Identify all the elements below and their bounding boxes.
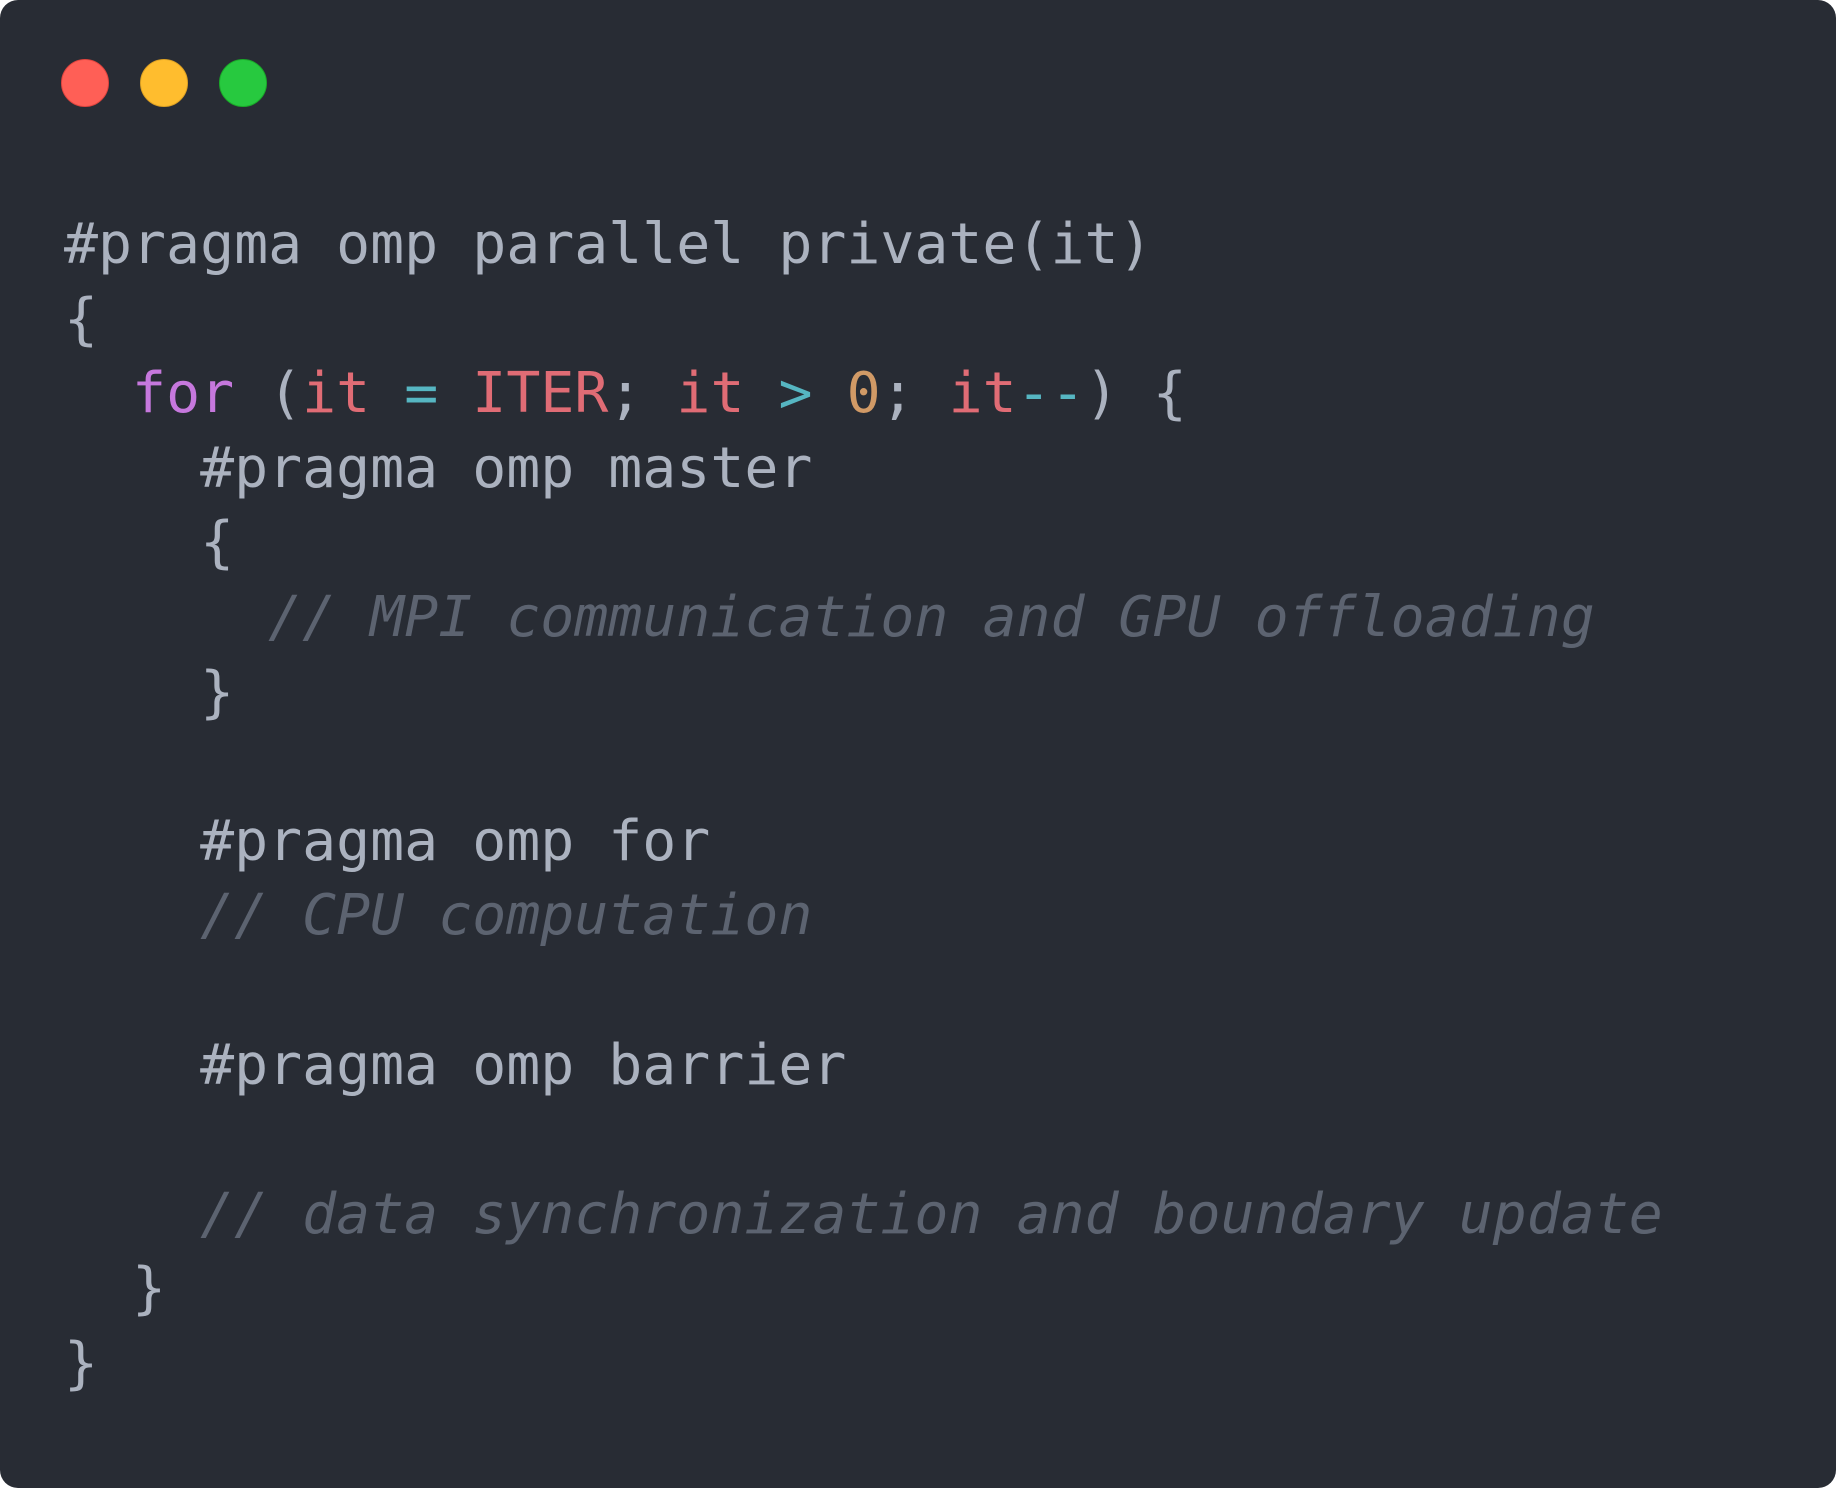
code-token: 0	[846, 361, 881, 427]
code-line: }	[64, 656, 1663, 731]
code-token: ITER	[472, 361, 609, 427]
code-token: --	[1016, 361, 1085, 427]
minimize-button[interactable]	[140, 59, 188, 107]
code-token: {	[64, 286, 99, 352]
code-token: >	[778, 361, 813, 427]
code-token: it	[948, 361, 1017, 427]
code-token: ) {	[1084, 361, 1187, 427]
code-line: #pragma omp master	[64, 432, 1663, 507]
code-line: #pragma omp for	[64, 805, 1663, 880]
close-button[interactable]	[61, 59, 109, 107]
code-token: #pragma omp barrier	[200, 1032, 847, 1098]
maximize-button[interactable]	[219, 59, 267, 107]
code-token: }	[64, 1330, 99, 1396]
code-token: }	[200, 659, 235, 725]
window-controls	[61, 59, 267, 107]
code-line: #pragma omp barrier	[64, 1029, 1663, 1104]
code-token: (	[234, 361, 303, 427]
code-token: ;	[608, 361, 677, 427]
code-token: ;	[880, 361, 949, 427]
code-token: it	[676, 361, 745, 427]
code-token: for	[132, 361, 235, 427]
code-line: {	[64, 283, 1663, 358]
code-token: #pragma omp master	[200, 435, 813, 501]
code-line: for (it = ITER; it > 0; it--) {	[64, 357, 1663, 432]
code-line: }	[64, 1252, 1663, 1327]
code-token: #pragma omp parallel private(it)	[64, 212, 1153, 277]
code-token: {	[200, 510, 235, 576]
code-comment: // CPU computation	[200, 883, 813, 949]
code-line: // data synchronization and boundary upd…	[64, 1178, 1663, 1253]
code-token: =	[404, 361, 439, 427]
code-token: it	[302, 361, 371, 427]
code-token: }	[132, 1256, 167, 1322]
code-line: }	[64, 1327, 1663, 1402]
code-comment: // data synchronization and boundary upd…	[200, 1181, 1663, 1247]
code-window: #pragma omp parallel private(it){ for (i…	[0, 0, 1836, 1488]
code-block: #pragma omp parallel private(it){ for (i…	[64, 208, 1663, 1402]
code-token: #pragma omp for	[200, 808, 711, 874]
code-line: {	[64, 506, 1663, 581]
code-comment: // MPI communication and GPU offloading	[268, 584, 1595, 650]
code-line: #pragma omp parallel private(it)	[64, 208, 1663, 283]
code-line: // MPI communication and GPU offloading	[64, 581, 1663, 656]
code-line: // CPU computation	[64, 879, 1663, 954]
